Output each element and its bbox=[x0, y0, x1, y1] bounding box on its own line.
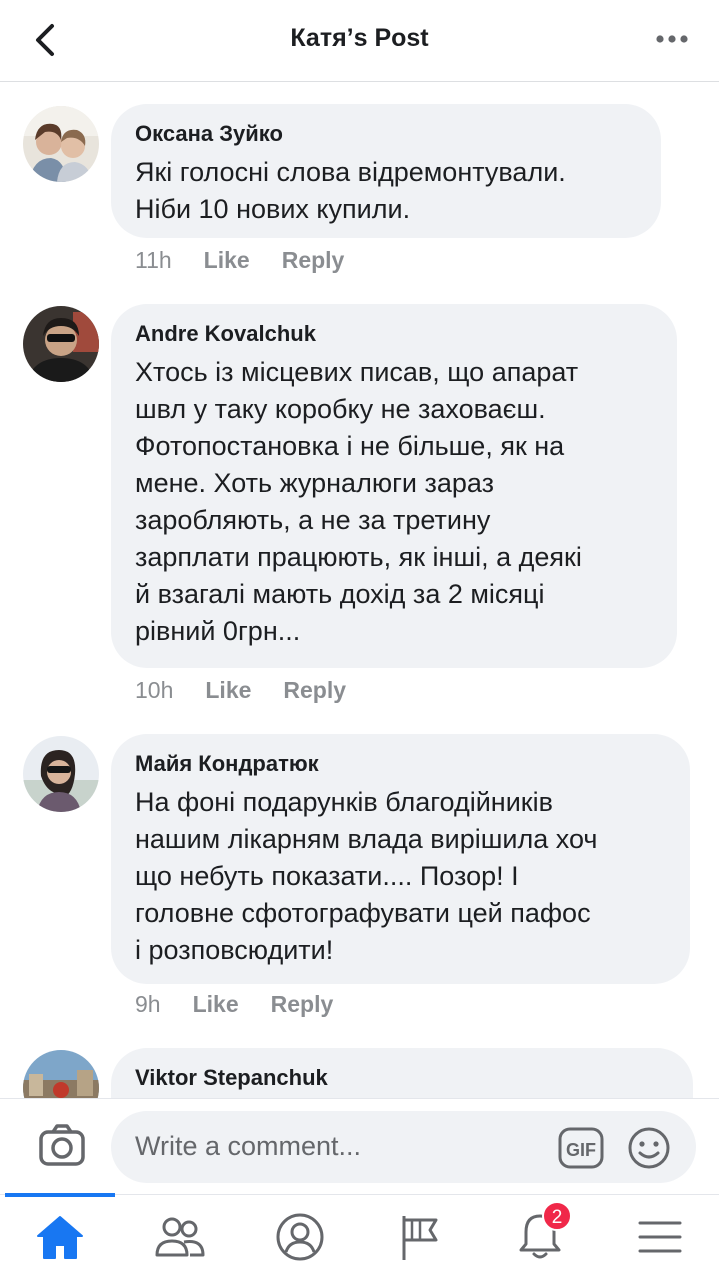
friends-icon bbox=[155, 1217, 205, 1257]
comment-bubble: Оксана Зуйко Які голосні слова відремонт… bbox=[111, 104, 661, 238]
comment-bubble: Майя Кондратюк На фоні подарунків благод… bbox=[111, 734, 690, 984]
bottom-tab-bar: 2 bbox=[0, 1193, 719, 1280]
tab-friends[interactable] bbox=[150, 1209, 210, 1265]
avatar[interactable] bbox=[23, 306, 99, 382]
tab-profile[interactable] bbox=[270, 1209, 330, 1265]
comment-timestamp: 10h bbox=[135, 677, 174, 703]
avatar[interactable] bbox=[23, 1050, 99, 1098]
comment-author[interactable]: Оксана Зуйко bbox=[135, 120, 637, 148]
reply-button[interactable]: Reply bbox=[271, 991, 334, 1017]
comment-actions: 9h Like Reply bbox=[135, 990, 365, 1018]
comment-bubble: Viktor Stepanchuk bbox=[111, 1048, 693, 1098]
more-options-icon[interactable] bbox=[655, 32, 689, 46]
comment-text: Хтось із місцевих писав, що апарат швл у… bbox=[135, 357, 582, 646]
comment-actions: 11h Like Reply bbox=[135, 246, 376, 274]
page-title: Катя’s Post bbox=[290, 24, 429, 52]
active-tab-indicator bbox=[5, 1193, 115, 1197]
comment-input-placeholder: Write a comment... bbox=[135, 1131, 362, 1161]
comment-text: На фоні подарунків благодійників нашим л… bbox=[135, 787, 598, 965]
tab-menu[interactable] bbox=[630, 1209, 690, 1265]
comments-list: Оксана Зуйко Які голосні слова відремонт… bbox=[0, 82, 719, 1098]
comment-composer: Write a comment... GIF bbox=[0, 1098, 719, 1194]
comment-bubble: Andre Kovalchuk Хтось із місцевих писав,… bbox=[111, 304, 677, 668]
comment-author[interactable]: Майя Кондратюк bbox=[135, 750, 666, 778]
comment-actions: 10h Like Reply bbox=[135, 676, 378, 704]
comment-author[interactable]: Andre Kovalchuk bbox=[135, 320, 653, 348]
camera-icon[interactable] bbox=[38, 1123, 86, 1167]
like-button[interactable]: Like bbox=[205, 677, 251, 703]
tab-notifications[interactable]: 2 bbox=[510, 1201, 572, 1265]
reply-button[interactable]: Reply bbox=[283, 677, 346, 703]
notification-badge: 2 bbox=[542, 1201, 572, 1231]
comment-timestamp: 9h bbox=[135, 991, 161, 1017]
tab-pages[interactable] bbox=[390, 1209, 450, 1265]
profile-icon bbox=[276, 1213, 324, 1261]
reply-button[interactable]: Reply bbox=[282, 247, 345, 273]
gif-icon[interactable]: GIF bbox=[558, 1127, 604, 1169]
gif-label: GIF bbox=[566, 1140, 596, 1160]
emoji-icon[interactable] bbox=[627, 1126, 671, 1170]
flag-icon bbox=[402, 1216, 438, 1260]
home-icon bbox=[37, 1216, 83, 1259]
like-button[interactable]: Like bbox=[204, 247, 250, 273]
comment-timestamp: 11h bbox=[135, 247, 172, 273]
like-button[interactable]: Like bbox=[193, 991, 239, 1017]
avatar[interactable] bbox=[23, 106, 99, 182]
comment-input[interactable]: Write a comment... GIF bbox=[111, 1111, 696, 1183]
tab-home[interactable] bbox=[30, 1209, 90, 1265]
comment-text: Які голосні слова відремонтували. Ніби 1… bbox=[135, 157, 566, 224]
avatar[interactable] bbox=[23, 736, 99, 812]
comment-author[interactable]: Viktor Stepanchuk bbox=[135, 1064, 669, 1092]
top-bar: Катя’s Post bbox=[0, 0, 719, 82]
menu-icon bbox=[638, 1221, 682, 1253]
